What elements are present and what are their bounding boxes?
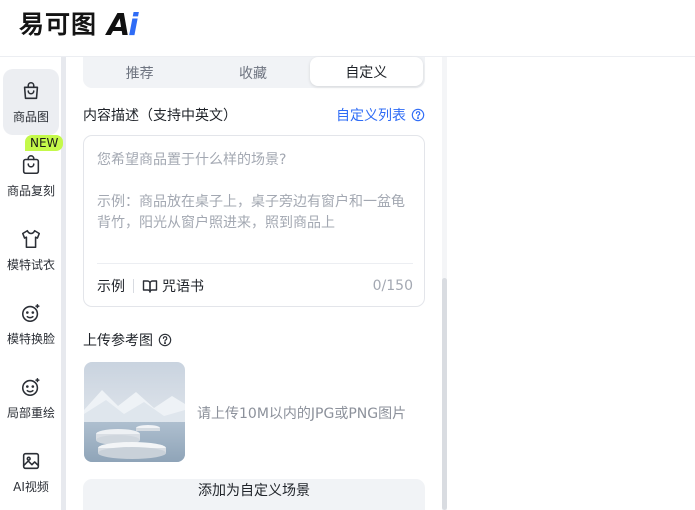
- bag-copy-icon: [20, 154, 42, 176]
- help-icon[interactable]: [411, 108, 425, 122]
- upload-title-label: 上传参考图: [83, 333, 153, 349]
- description-footer: 示例 咒语书 0/150: [97, 263, 413, 307]
- sidebar-item-ai-video[interactable]: AI视频: [3, 439, 59, 505]
- bag-icon: [20, 80, 42, 102]
- sidebar-item-label: 商品复刻: [6, 183, 55, 198]
- sidebar-item-local-repaint[interactable]: 局部重绘: [3, 365, 59, 431]
- description-textarea[interactable]: 您希望商品置于什么样的场景? 示例：商品放在桌子上，桌子旁边有窗户和一盆龟背竹，…: [83, 135, 425, 307]
- book-icon: [142, 279, 158, 293]
- description-title: 内容描述（支持中英文）: [83, 108, 237, 124]
- sidebar-item-face-swap[interactable]: 模特换脸: [3, 291, 59, 357]
- sidebar-item-product-image[interactable]: 商品图: [3, 69, 59, 135]
- face-repaint-icon: [20, 376, 42, 398]
- custom-list-link[interactable]: 自定义列表: [336, 105, 425, 125]
- video-icon: [20, 450, 42, 472]
- scene-tabs: 推荐 收藏 自定义: [83, 57, 425, 88]
- shirt-icon: [20, 228, 42, 250]
- description-placeholder: 您希望商品置于什么样的场景? 示例：商品放在桌子上，桌子旁边有窗户和一盆龟背竹，…: [97, 152, 405, 231]
- panel-scrollbar-thumb[interactable]: [442, 278, 447, 510]
- add-custom-scene-button[interactable]: 添加为自定义场景: [83, 479, 425, 510]
- char-counter: 0/150: [372, 277, 413, 294]
- spellbook-label: 咒语书: [162, 278, 204, 295]
- tab-custom[interactable]: 自定义: [309, 57, 423, 86]
- sidebar-item-label: AI视频: [13, 479, 49, 494]
- sidebar-item-product-copy[interactable]: 商品复刻: [3, 143, 59, 209]
- sidebar-item-label: 模特换脸: [6, 331, 55, 346]
- logo-ai-mark: Ai: [107, 8, 139, 43]
- app-header: 易可图 Ai: [0, 0, 695, 57]
- tab-favorites[interactable]: 收藏: [196, 57, 309, 88]
- new-badge: NEW: [25, 135, 64, 151]
- custom-list-label: 自定义列表: [336, 108, 406, 124]
- podium-scene-image: [84, 362, 185, 462]
- footer-divider: [133, 278, 134, 293]
- sidebar-item-label: 模特试衣: [6, 257, 55, 272]
- help-icon[interactable]: [158, 333, 172, 347]
- sidebar-item-model-tryon[interactable]: 模特试衣: [3, 217, 59, 283]
- upload-hint: 请上传10M以内的JPG或PNG图片: [197, 406, 407, 422]
- upload-title: 上传参考图: [83, 330, 172, 350]
- face-swap-icon: [20, 302, 42, 324]
- app-logo[interactable]: 易可图 Ai: [19, 9, 139, 41]
- sidebar-item-label: 局部重绘: [6, 405, 55, 420]
- reference-image-upload[interactable]: [84, 362, 185, 462]
- spellbook-button[interactable]: 咒语书: [142, 276, 204, 296]
- example-button[interactable]: 示例: [97, 276, 125, 296]
- tab-recommended[interactable]: 推荐: [83, 57, 196, 88]
- sidebar-item-label: 商品图: [12, 109, 49, 124]
- logo-text: 易可图: [19, 10, 98, 39]
